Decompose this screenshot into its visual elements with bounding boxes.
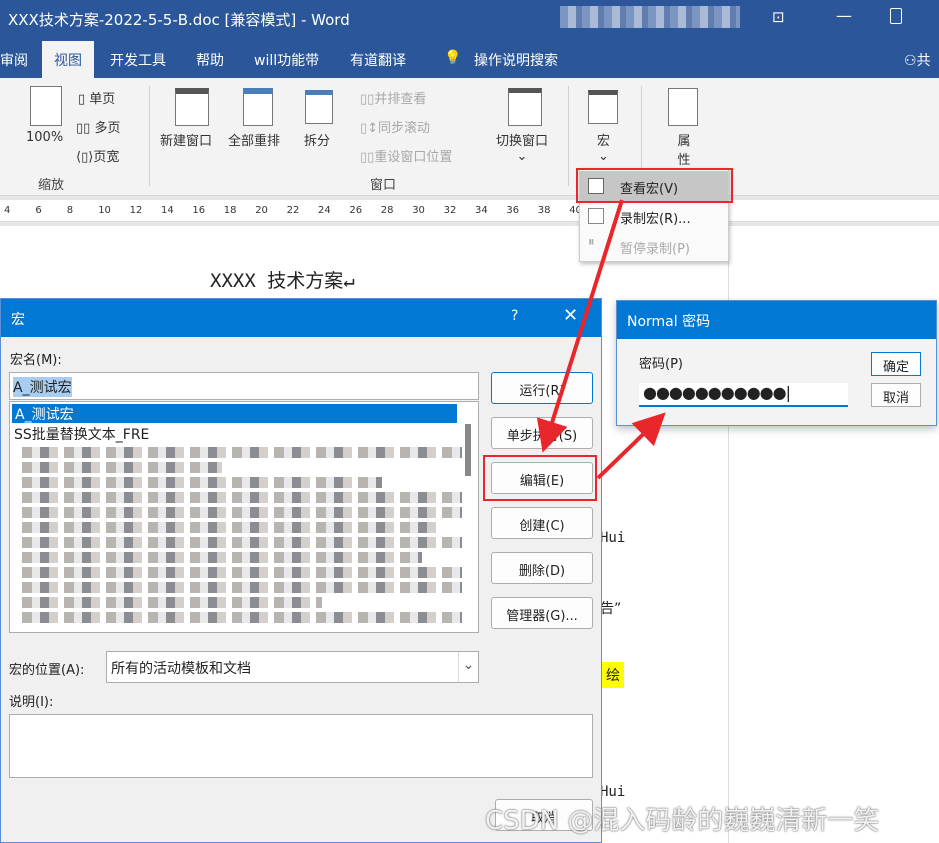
annotation-arrows [536, 199, 666, 480]
arrow [536, 199, 624, 453]
watermark: CSDN @混入码龄的巍巍清新一笑 [485, 806, 880, 836]
arrow [596, 412, 666, 480]
